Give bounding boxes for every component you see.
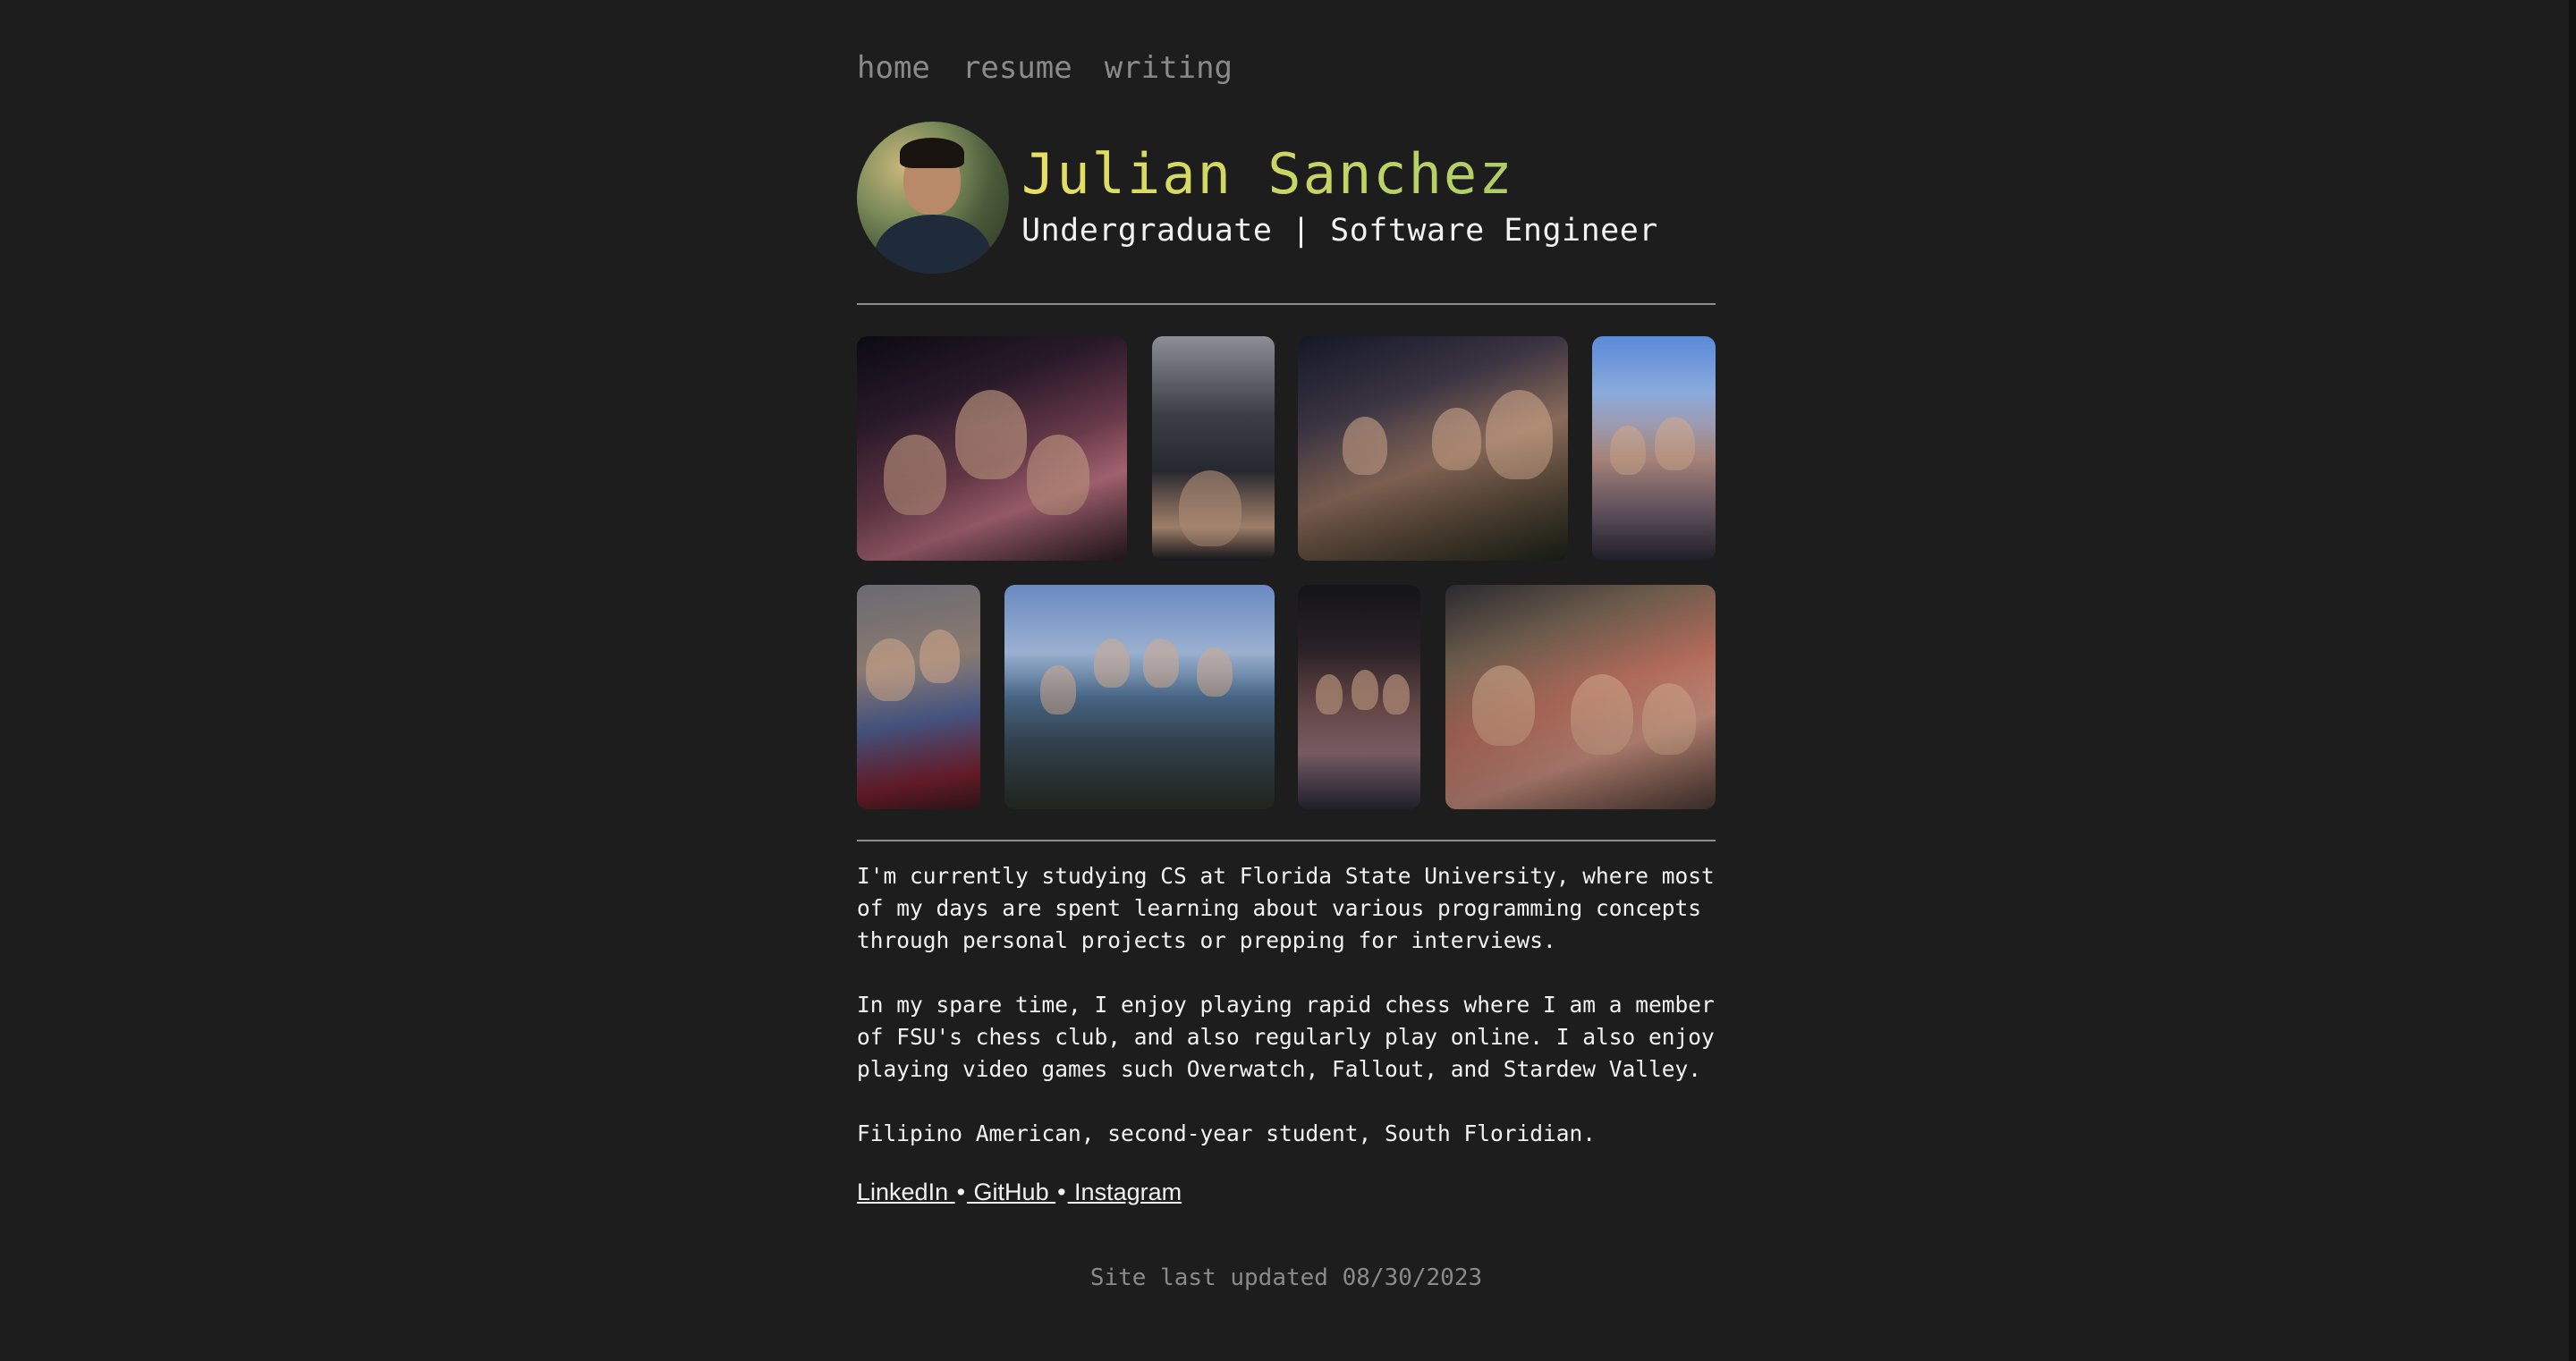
lake-group-photo <box>1004 585 1275 809</box>
divider <box>857 303 1716 305</box>
gallery-row <box>857 336 1716 561</box>
bio-paragraph: In my spare time, I enjoy playing rapid … <box>857 992 1715 1082</box>
footer-updated: Site last updated 08/30/2023 <box>1089 1264 1483 1291</box>
bio-paragraph: I'm currently studying CS at Florida Sta… <box>857 863 1715 953</box>
crowd-selfie-photo <box>1298 336 1568 561</box>
avatar <box>857 122 1009 274</box>
scrollbar[interactable] <box>2569 0 2576 1361</box>
link-separator: • <box>956 1179 966 1205</box>
friends-selfie-photo <box>857 585 980 809</box>
night-group-photo <box>1298 585 1420 809</box>
nav-resume-link[interactable]: resume <box>962 50 1072 86</box>
instagram-link[interactable]: Instagram <box>1068 1179 1182 1205</box>
linkedin-link[interactable]: LinkedIn <box>857 1179 955 1205</box>
title-block: Julian Sanchez Undergraduate | Software … <box>1021 147 1658 249</box>
restaurant-selfie-photo <box>1445 585 1716 809</box>
nav-home-link[interactable]: home <box>857 50 930 86</box>
social-links: LinkedIn • GitHub • Instagram <box>857 1179 1182 1206</box>
link-separator: • <box>1057 1179 1066 1205</box>
profile-header: Julian Sanchez Undergraduate | Software … <box>857 122 1658 274</box>
carnival-night-photo <box>857 336 1127 561</box>
nav-writing-link[interactable]: writing <box>1105 50 1233 86</box>
bio-section: I'm currently studying CS at Florida Sta… <box>857 860 1716 1182</box>
page-subtitle: Undergraduate | Software Engineer <box>1021 213 1658 249</box>
page-title: Julian Sanchez <box>1021 147 1658 202</box>
bio-paragraph: Filipino American, second-year student, … <box>857 1120 1597 1146</box>
gallery-row <box>857 585 1716 809</box>
divider <box>857 840 1716 841</box>
github-link[interactable]: GitHub <box>967 1179 1055 1205</box>
top-nav: home resume writing <box>857 50 1233 86</box>
group-outdoor-photo <box>1592 336 1716 561</box>
event-selfie-photo <box>1152 336 1275 561</box>
